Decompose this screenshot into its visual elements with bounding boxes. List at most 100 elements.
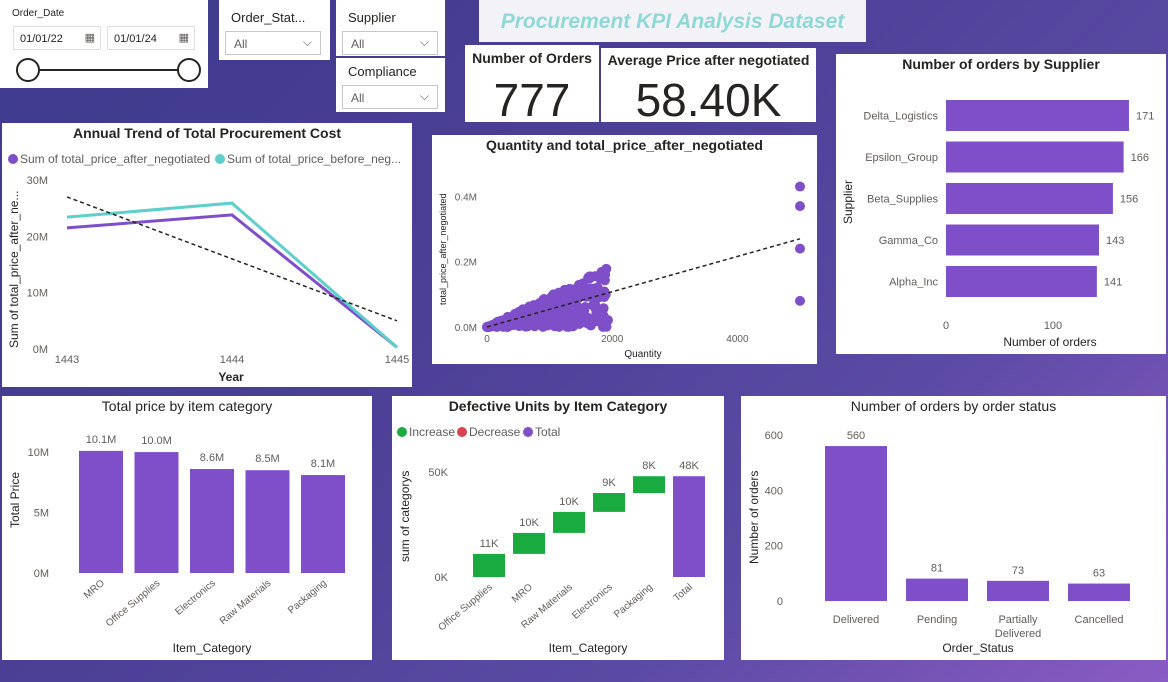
scatter-point	[517, 319, 528, 330]
annual-trend-svg: Sum of total_price_after_negotiated Sum …	[7, 152, 409, 384]
start-date-input[interactable]: 01/01/22 ▦	[13, 26, 101, 50]
chevron-down-icon: ⌵	[419, 89, 429, 103]
date-range-track	[28, 69, 188, 71]
scatter-point	[584, 273, 595, 284]
end-date-value: 01/01/24	[114, 33, 157, 45]
waterfall-plot-area: 50K0K11KOffice Supplies10KMRO10KRaw Mate…	[428, 460, 705, 633]
y-axis-title: sum of categorys	[398, 471, 412, 562]
compliance-label: Compliance	[348, 64, 417, 79]
x-axis-title: Number of orders	[1003, 335, 1096, 349]
scatter-point	[795, 201, 805, 212]
y-tick-label: 30M	[27, 175, 48, 187]
y-axis-title: Number of orders	[747, 471, 761, 564]
y-tick-label: 0M	[34, 568, 49, 580]
compliance-dropdown[interactable]: All ⌵	[342, 85, 438, 109]
x-tick-label: 0	[484, 334, 490, 345]
data-label: 166	[1131, 152, 1149, 164]
x-tick-label: Packaging	[612, 582, 655, 620]
avg-price-card: Average Price after negotiated 58.40K	[601, 48, 816, 126]
y-tick-label: 600	[765, 430, 783, 442]
data-label: 81	[931, 563, 943, 575]
annual-trend-chart: Annual Trend of Total Procurement Cost S…	[2, 123, 412, 387]
legend-decrease-label: Decrease	[469, 425, 521, 439]
x-tick-label: 2000	[601, 334, 624, 345]
scatter-chart: Quantity and total_price_after_negotiate…	[432, 135, 817, 364]
bar	[946, 224, 1100, 256]
order-status-dropdown[interactable]: All ⌵	[225, 31, 321, 55]
series-line	[66, 213, 398, 349]
y-tick-label: 50K	[428, 467, 448, 479]
supplier-slicer: Supplier All ⌵	[336, 0, 445, 56]
bar	[946, 100, 1129, 131]
supplier-dropdown[interactable]: All ⌵	[342, 31, 438, 55]
data-label: 63	[1093, 568, 1105, 580]
y-axis-title: Total Price	[8, 472, 22, 528]
y-axis-title: Supplier	[841, 180, 855, 224]
avg-price-card-value: 58.40K	[635, 74, 782, 126]
data-label: 10.0M	[141, 435, 172, 447]
x-tick-label: 4000	[726, 334, 749, 345]
data-label: 143	[1106, 235, 1124, 247]
compliance-value: All	[351, 91, 365, 105]
y-axis-title: Sum of total_price_after_ne...	[7, 191, 21, 348]
scatter-plot-area: 0.4M 0.2M 0.0M 0 2000 4000	[455, 181, 805, 345]
category-label: Delta_Logistics	[863, 111, 938, 123]
y-tick-label: 400	[765, 485, 783, 497]
data-label: 8K	[642, 460, 656, 472]
calendar-icon[interactable]: ▦	[179, 31, 189, 44]
supplier-chart: Number of orders by Supplier Delta_Logis…	[836, 54, 1166, 354]
scatter-point	[534, 298, 545, 309]
legend-increase-label: Increase	[409, 425, 455, 439]
x-tick-label: Raw Materials	[218, 578, 274, 627]
chevron-down-icon: ⌵	[419, 35, 429, 49]
scatter-point	[515, 306, 526, 317]
defective-chart: Defective Units by Item Category Increas…	[392, 396, 724, 660]
bar	[1068, 583, 1130, 601]
data-label: 9K	[602, 477, 616, 489]
scatter-point	[560, 294, 571, 305]
data-label: 10K	[559, 496, 579, 508]
bar	[245, 470, 290, 573]
y-tick-label: 0.0M	[455, 323, 477, 334]
date-range-end-handle[interactable]	[177, 58, 201, 82]
orders-card-value: 777	[493, 74, 571, 126]
x-tick-label: Packaging	[286, 578, 329, 616]
order-date-slicer: Order_Date 01/01/22 ▦ 01/01/24 ▦	[0, 0, 208, 88]
start-date-value: 01/01/22	[20, 33, 63, 45]
data-label: 171	[1136, 111, 1154, 123]
item-category-chart: Total price by item category 10M 5M 0M 10.1…	[2, 396, 372, 660]
scatter-point	[552, 310, 563, 321]
end-date-input[interactable]: 01/01/24 ▦	[107, 26, 195, 50]
x-tick-label: Pending	[917, 614, 957, 626]
bar	[301, 475, 345, 573]
order-status-svg: 600 400 200 0 560 Delivered 81 Pending 73 Partial…	[747, 430, 1130, 655]
data-label: 156	[1120, 194, 1138, 206]
order-status-chart: Number of orders by order status 600 400 2…	[741, 396, 1166, 660]
scatter-point	[795, 295, 805, 306]
data-label: 10K	[519, 517, 539, 529]
date-range-start-handle[interactable]	[16, 58, 40, 82]
x-tick-label: Delivered	[833, 614, 879, 626]
scatter-point	[544, 309, 555, 320]
orders-card: Number of Orders 777	[465, 45, 599, 126]
legend-after-label: Sum of total_price_after_negotiated	[20, 152, 210, 166]
x-tick-label: Cancelled	[1075, 614, 1124, 626]
scatter-point	[597, 304, 608, 315]
legend-marker	[215, 154, 225, 164]
increase-bar	[593, 493, 625, 512]
x-tick-label: Partially	[998, 614, 1038, 626]
scatter-point	[533, 319, 544, 330]
supplier-label: Supplier	[348, 10, 396, 25]
x-axis-title: Year	[218, 370, 244, 384]
calendar-icon[interactable]: ▦	[85, 31, 95, 44]
x-tick-label: Electronics	[570, 582, 615, 622]
y-tick-label: 0.4M	[455, 192, 477, 203]
data-label: 10.1M	[86, 434, 117, 446]
x-tick-label: 1443	[55, 354, 79, 366]
increase-bar	[553, 511, 585, 533]
scatter-point	[554, 321, 565, 332]
supplier-value: All	[351, 37, 365, 51]
data-label: 8.5M	[255, 453, 279, 465]
y-tick-label: 5M	[34, 508, 49, 520]
bar	[987, 580, 1049, 601]
